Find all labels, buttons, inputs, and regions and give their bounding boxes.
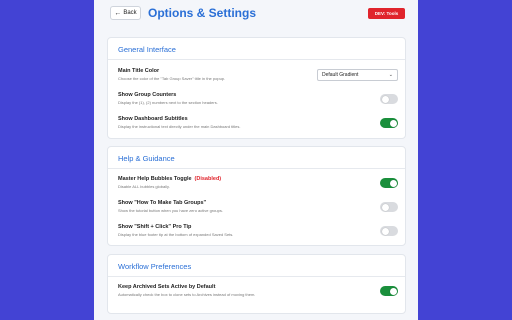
- group-counters-toggle[interactable]: [380, 94, 398, 104]
- section-workflow-preferences: Workflow Preferences Keep Archived Sets …: [107, 254, 406, 314]
- setting-row-group-counters: Show Group Counters Display the (1), (2)…: [118, 92, 398, 112]
- keep-archived-sets-toggle[interactable]: [380, 286, 398, 296]
- toggle-knob: [389, 179, 397, 187]
- disabled-badge: (Disabled): [194, 176, 222, 182]
- settings-page: ← Back Options & Settings DEV: Tools Gen…: [94, 0, 418, 320]
- setting-row-keep-archived-sets: Keep Archived Sets Active by Default Aut…: [118, 284, 398, 304]
- how-to-tab-groups-toggle[interactable]: [380, 202, 398, 212]
- setting-row-how-to-make-tab-groups: Show "How To Make Tab Groups" Show the t…: [118, 200, 398, 220]
- setting-description: Automatically check the box to clone set…: [118, 292, 256, 297]
- section-general-interface: General Interface Main Title Color Choos…: [107, 37, 406, 139]
- page-title: Options & Settings: [148, 6, 256, 20]
- section-title: General Interface: [118, 45, 176, 54]
- setting-description: Disable ALL bubbles globally.: [118, 184, 170, 189]
- dev-tools-button[interactable]: DEV: Tools: [368, 8, 405, 19]
- arrow-left-icon: ←: [114, 9, 122, 17]
- page-header: ← Back Options & Settings DEV: Tools: [94, 0, 418, 28]
- toggle-knob: [381, 227, 389, 235]
- toggle-knob: [389, 119, 397, 127]
- toggle-knob: [389, 287, 397, 295]
- shift-click-tip-toggle[interactable]: [380, 226, 398, 236]
- dashboard-subtitles-toggle[interactable]: [380, 118, 398, 128]
- section-help-guidance: Help & Guidance Master Help Bubbles Togg…: [107, 146, 406, 246]
- setting-label: Show "How To Make Tab Groups": [118, 200, 207, 206]
- section-title: Help & Guidance: [118, 154, 175, 163]
- setting-description: Display the instructional text directly …: [118, 124, 241, 129]
- setting-description: Show the tutorial button when you have z…: [118, 208, 223, 213]
- setting-row-shift-click-tip: Show "Shift + Click" Pro Tip Display the…: [118, 224, 398, 244]
- setting-row-main-title-color: Main Title Color Choose the color of the…: [118, 68, 398, 88]
- chevron-down-icon: ⌄: [388, 72, 393, 78]
- setting-label: Show "Shift + Click" Pro Tip: [118, 224, 192, 230]
- main-title-color-select[interactable]: Default Gradient ⌄: [317, 69, 398, 81]
- setting-label: Main Title Color: [118, 68, 160, 74]
- setting-row-dashboard-subtitles: Show Dashboard Subtitles Display the ins…: [118, 116, 398, 136]
- setting-label-text: Master Help Bubbles Toggle: [118, 176, 192, 182]
- select-value: Default Gradient: [322, 72, 359, 78]
- section-divider: [108, 168, 405, 169]
- setting-description: Choose the color of the "Tab Group Saver…: [118, 76, 226, 81]
- section-divider: [108, 59, 405, 60]
- setting-label: Show Dashboard Subtitles: [118, 116, 188, 122]
- back-button[interactable]: ← Back: [110, 6, 141, 20]
- back-button-label: Back: [123, 10, 137, 16]
- setting-row-master-help-bubbles: Master Help Bubbles Toggle (Disabled) Dis…: [118, 176, 398, 196]
- master-help-bubbles-toggle[interactable]: [380, 178, 398, 188]
- toggle-knob: [381, 95, 389, 103]
- setting-label: Master Help Bubbles Toggle (Disabled): [118, 176, 221, 183]
- toggle-knob: [381, 203, 389, 211]
- section-divider: [108, 276, 405, 277]
- section-title: Workflow Preferences: [118, 262, 192, 271]
- setting-label: Show Group Counters: [118, 92, 177, 98]
- setting-label: Keep Archived Sets Active by Default: [118, 284, 216, 290]
- setting-description: Display the (1), (2) numbers next to the…: [118, 100, 218, 105]
- setting-description: Display the blue footer tip at the botto…: [118, 232, 234, 237]
